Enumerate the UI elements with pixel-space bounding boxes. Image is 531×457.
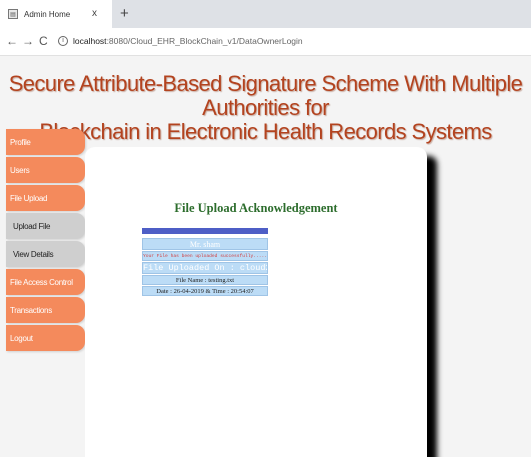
sidebar-item-logout[interactable]: Logout: [6, 325, 85, 351]
new-tab-button[interactable]: +: [120, 5, 129, 22]
url-path: :8080/Cloud_EHR_BlockChain_v1/DataOwnerL…: [106, 36, 303, 46]
forward-button[interactable]: →: [22, 34, 34, 48]
ack-cloud: File Uploaded On : cloud2: [142, 262, 268, 274]
tab-title: Admin Home: [24, 9, 71, 19]
sidebar-item-profile[interactable]: Profile: [6, 129, 85, 155]
address-bar[interactable]: localhost:8080/Cloud_EHR_BlockChain_v1/D…: [73, 36, 303, 46]
content-panel: File Upload Acknowledgement Mr. sham You…: [85, 147, 427, 457]
ack-header-bar: [142, 228, 268, 234]
sidebar-item-file-access-control[interactable]: File Access Control: [6, 269, 85, 295]
browser-tab-bar: ▤ Admin Home x +: [0, 0, 531, 28]
back-button[interactable]: ←: [6, 34, 18, 48]
sidebar-item-view-details[interactable]: View Details: [6, 241, 85, 267]
sidebar-item-transactions[interactable]: Transactions: [6, 297, 85, 323]
ack-date-time: Date : 26-04-2019 & Time : 20:54:07: [142, 286, 268, 296]
browser-tab[interactable]: ▤ Admin Home x: [0, 0, 112, 28]
sidebar-item-upload-file[interactable]: Upload File: [6, 213, 85, 239]
page-title-line1: Secure Attribute-Based Signature Scheme …: [8, 71, 523, 120]
browser-toolbar: ← → C i localhost:8080/Cloud_EHR_BlockCh…: [0, 28, 531, 56]
page-icon: ▤: [8, 9, 18, 19]
ack-table: Mr. sham Your File has been uploaded suc…: [142, 228, 268, 297]
close-tab-icon[interactable]: x: [92, 8, 97, 19]
info-icon[interactable]: i: [58, 36, 68, 46]
page: Secure Attribute-Based Signature Scheme …: [0, 56, 531, 457]
sidebar-item-users[interactable]: Users: [6, 157, 85, 183]
sidebar-item-file-upload[interactable]: File Upload: [6, 185, 85, 211]
ack-file-name: File Name : testing.txt: [142, 275, 268, 285]
ack-message: Your File has been uploaded successfully…: [142, 251, 268, 261]
ack-title: File Upload Acknowledgement: [174, 201, 338, 215]
reload-button[interactable]: C: [39, 34, 48, 48]
url-host: localhost: [73, 36, 107, 46]
ack-owner: Mr. sham: [142, 238, 268, 250]
